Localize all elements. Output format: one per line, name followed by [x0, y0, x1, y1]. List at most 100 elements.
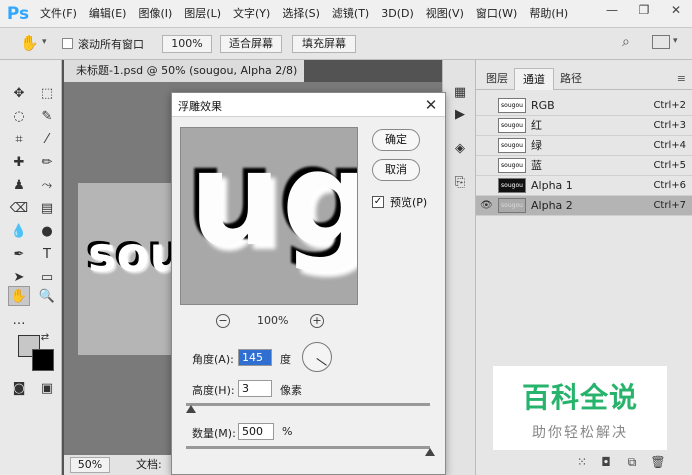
visibility-toggle[interactable]	[480, 120, 492, 132]
lasso-tool-icon[interactable]: ◌	[8, 106, 30, 126]
load-selection-icon[interactable]: ⁙	[574, 454, 590, 470]
actions-play-icon[interactable]: ▶	[449, 104, 471, 124]
zoom-in-icon[interactable]: +	[310, 314, 324, 328]
menu-view[interactable]: 视图(V)	[420, 0, 470, 28]
hand-tool-icon[interactable]: ✋	[20, 34, 39, 52]
height-slider[interactable]	[186, 403, 430, 406]
panel-menu-icon[interactable]: ≡	[677, 72, 686, 85]
channel-thumbnail: sougou	[498, 198, 526, 213]
channel-name: 红	[531, 119, 542, 132]
menu-edit[interactable]: 编辑(E)	[83, 0, 133, 28]
tab-paths[interactable]: 路径	[552, 68, 590, 90]
search-icon[interactable]: ⌕	[622, 34, 630, 50]
dialog-close-icon[interactable]: ✕	[421, 95, 441, 115]
pen-tool-icon[interactable]: ✒	[8, 244, 30, 264]
eraser-tool-icon[interactable]: ⌫	[8, 198, 30, 218]
channel-row[interactable]: sougou RGB Ctrl+2	[476, 96, 692, 116]
visibility-toggle[interactable]	[480, 100, 492, 112]
status-zoom-field[interactable]: 50%	[70, 457, 110, 473]
menu-help[interactable]: 帮助(H)	[523, 0, 574, 28]
eye-icon[interactable]: 👁	[480, 200, 493, 212]
save-selection-icon[interactable]: ◘	[598, 454, 614, 470]
filter-preview[interactable]: ug	[180, 127, 358, 305]
preview-checkbox[interactable]: ✓	[372, 196, 384, 208]
canvas-embossed-text: sou	[88, 227, 184, 283]
menu-layer[interactable]: 图层(L)	[178, 0, 227, 28]
fill-screen-button[interactable]: 填充屏幕	[292, 35, 356, 53]
fit-screen-button[interactable]: 适合屏幕	[220, 35, 282, 53]
blur-tool-icon[interactable]: 💧	[8, 221, 30, 241]
stamp-tool-icon[interactable]: ♟	[8, 175, 30, 195]
3d-panel-icon[interactable]: ◈	[449, 138, 471, 158]
channel-row[interactable]: sougou 蓝 Ctrl+5	[476, 156, 692, 176]
zoom-tool-icon[interactable]: 🔍	[36, 286, 58, 306]
panel-bottom-bar: ⁙ ◘ ⧉ 🗑	[476, 450, 692, 475]
tab-layers[interactable]: 图层	[478, 68, 516, 90]
menu-type[interactable]: 文字(Y)	[227, 0, 276, 28]
panel-tabs: 图层 通道 路径 ≡	[476, 68, 692, 90]
restore-button[interactable]: ❐	[628, 0, 660, 20]
chevron-down-icon[interactable]: ▾	[42, 37, 47, 47]
hand-tool-button[interactable]: ✋	[8, 286, 30, 306]
quick-mask-icon[interactable]: ◙	[8, 378, 30, 398]
channel-row[interactable]: sougou Alpha 1 Ctrl+6	[476, 176, 692, 196]
marquee-tool-icon[interactable]: ⬚	[36, 83, 58, 103]
emboss-dialog: 浮雕效果 ✕ ug 确定 取消 ✓ 预览(P) − 100% + 角度(A): …	[171, 92, 446, 475]
amount-slider-knob[interactable]	[425, 448, 435, 456]
tab-channels[interactable]: 通道	[514, 68, 554, 90]
menu-3d[interactable]: 3D(D)	[375, 0, 420, 28]
amount-slider[interactable]	[186, 446, 430, 449]
type-tool-icon[interactable]: T	[36, 244, 58, 264]
channel-row[interactable]: sougou 绿 Ctrl+4	[476, 136, 692, 156]
quick-select-tool-icon[interactable]: ✎	[36, 106, 58, 126]
amount-label: 数量(M):	[192, 427, 236, 440]
angle-input[interactable]: 145	[238, 349, 272, 366]
rectangle-tool-icon[interactable]: ▭	[36, 267, 58, 287]
cancel-button[interactable]: 取消	[372, 159, 420, 181]
delete-channel-icon[interactable]: 🗑	[650, 454, 666, 470]
more-tools-icon[interactable]: …	[8, 310, 30, 330]
channel-shortcut: Ctrl+5	[653, 160, 686, 171]
zoom-100-button[interactable]: 100%	[162, 35, 212, 53]
menu-filter[interactable]: 滤镜(T)	[326, 0, 375, 28]
menu-window[interactable]: 窗口(W)	[470, 0, 523, 28]
workspace-icon[interactable]	[652, 35, 670, 49]
amount-input[interactable]: 500	[238, 423, 274, 440]
brush-tool-icon[interactable]: ✏	[36, 152, 58, 172]
channel-shortcut: Ctrl+6	[653, 180, 686, 191]
document-tab[interactable]: 未标题-1.psd @ 50% (sougou, Alpha 2/8) * ×	[64, 60, 304, 99]
channel-row[interactable]: sougou 红 Ctrl+3	[476, 116, 692, 136]
history-panel-icon[interactable]: ▦	[449, 82, 471, 102]
swap-colors-icon[interactable]: ⇄	[38, 330, 52, 344]
workspace-chevron-icon[interactable]: ▾	[673, 36, 678, 46]
close-window-button[interactable]: ✕	[660, 0, 692, 20]
channel-name: Alpha 1	[531, 179, 573, 192]
healing-brush-tool-icon[interactable]: ✚	[8, 152, 30, 172]
move-tool-icon[interactable]: ✥	[8, 83, 30, 103]
menu-select[interactable]: 选择(S)	[276, 0, 326, 28]
visibility-toggle[interactable]	[480, 140, 492, 152]
crop-tool-icon[interactable]: ⌗	[8, 129, 30, 149]
visibility-toggle[interactable]	[480, 160, 492, 172]
height-slider-knob[interactable]	[186, 405, 196, 413]
path-select-tool-icon[interactable]: ➤	[8, 267, 30, 287]
background-color-swatch[interactable]	[32, 349, 54, 371]
ok-button[interactable]: 确定	[372, 129, 420, 151]
channel-row[interactable]: 👁 sougou Alpha 2 Ctrl+7	[476, 196, 692, 216]
menu-image[interactable]: 图像(I)	[132, 0, 178, 28]
history-brush-tool-icon[interactable]: ⤳	[36, 175, 58, 195]
height-input[interactable]: 3	[238, 380, 272, 397]
scroll-all-windows-checkbox[interactable]	[62, 38, 73, 49]
zoom-out-icon[interactable]: −	[216, 314, 230, 328]
properties-panel-icon[interactable]: ⎘	[449, 172, 471, 192]
menu-file[interactable]: 文件(F)	[34, 0, 83, 28]
screen-mode-icon[interactable]: ▣	[36, 378, 58, 398]
gradient-tool-icon[interactable]: ▤	[36, 198, 58, 218]
minimize-button[interactable]: —	[596, 0, 628, 20]
new-channel-icon[interactable]: ⧉	[624, 454, 640, 470]
visibility-toggle[interactable]	[480, 180, 492, 192]
eyedropper-tool-icon[interactable]: ⁄	[36, 129, 58, 149]
dodge-tool-icon[interactable]: ●	[36, 221, 58, 241]
preview-embossed-text: ug	[189, 127, 358, 275]
angle-dial[interactable]	[302, 342, 332, 372]
